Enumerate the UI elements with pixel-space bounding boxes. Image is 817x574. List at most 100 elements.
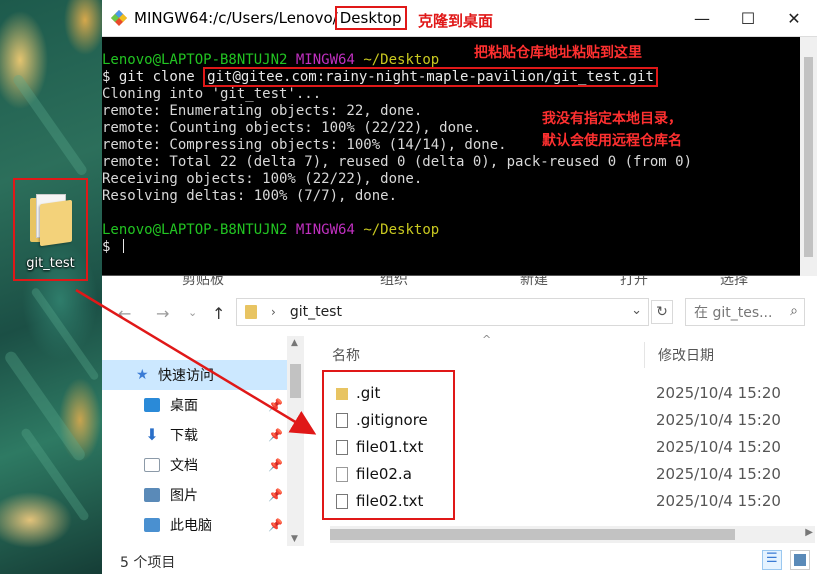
maximize-button[interactable]: ☐ <box>725 0 771 37</box>
search-placeholder: 在 git_tes... <box>694 305 773 321</box>
final-prompt-line[interactable]: $ <box>102 239 817 256</box>
address-bar[interactable]: › git_test ⌄ <box>236 298 649 326</box>
breadcrumb-chevron-icon[interactable]: › <box>271 305 276 319</box>
pin-icon[interactable]: 📌 <box>268 518 283 532</box>
terminal-scrollbar[interactable] <box>800 37 817 276</box>
minimize-button[interactable]: — <box>679 0 725 37</box>
pin-icon[interactable]: 📌 <box>268 458 283 472</box>
large-icons-view-button[interactable] <box>790 550 810 570</box>
search-icon: ⌕ <box>790 303 798 319</box>
star-icon: ★ <box>136 367 149 383</box>
scroll-down-icon[interactable]: ▼ <box>291 534 298 544</box>
close-button[interactable]: ✕ <box>771 0 817 37</box>
nav-item-label: 桌面 <box>170 398 198 414</box>
horizontal-scrollbar[interactable]: ▶ <box>330 526 815 543</box>
terminal-title: MINGW64:/c/Users/Lenovo/Desktop <box>134 6 407 30</box>
command-url: git@gitee.com:rainy-night-maple-pavilion… <box>203 67 658 87</box>
folder-icon <box>245 305 257 319</box>
file-row[interactable]: file02.a 2025/10/4 15:20 <box>310 461 810 488</box>
output-line: remote: Counting objects: 100% (22/22), … <box>102 120 482 136</box>
terminal-output[interactable]: Lenovo@LAPTOP-B8NTUJN2 MINGW64 ~/Desktop… <box>102 52 817 256</box>
file-row[interactable]: file01.txt 2025/10/4 15:20 <box>310 434 810 461</box>
prompt-path: ~/Desktop <box>363 52 440 68</box>
forward-arrow-icon[interactable]: → <box>156 304 169 323</box>
maximize-icon: ☐ <box>740 9 756 28</box>
nav-item-label: 快速访问 <box>158 368 214 384</box>
terminal-titlebar: MINGW64:/c/Users/Lenovo/Desktop 克隆到桌面 — … <box>102 0 817 37</box>
item-count: 5 个项目 <box>120 555 176 571</box>
pin-icon[interactable]: 📌 <box>268 428 283 442</box>
nav-scrollbar[interactable]: ▲ ▼ <box>287 336 304 546</box>
recent-chevron-icon[interactable]: ⌄ <box>188 306 197 319</box>
file-name: .git <box>356 384 381 402</box>
nav-item-label: 文档 <box>170 458 198 474</box>
file-explorer-window: 剪贴板 组织 新建 打开 选择 ← → ⌄ ↑ › git_test ⌄ ↻ 在… <box>102 276 817 574</box>
command-line: $ git clone git@gitee.com:rainy-night-ma… <box>102 67 817 87</box>
details-view-button[interactable]: ☰ <box>762 550 782 570</box>
prompt-shell: MINGW64 <box>295 222 355 238</box>
file-row[interactable]: .git 2025/10/4 15:20 <box>310 380 810 407</box>
ribbon-label: 打开 <box>620 276 648 288</box>
text-file-icon <box>336 494 348 509</box>
nav-item-downloads[interactable]: ⬇ 下载 📌 <box>102 420 287 450</box>
file-row[interactable]: .gitignore 2025/10/4 15:20 <box>310 407 810 434</box>
file-name: file02.a <box>356 465 412 483</box>
status-bar: 5 个项目 ☰ <box>102 546 817 574</box>
document-icon <box>144 458 160 472</box>
ribbon-label: 组织 <box>380 276 408 288</box>
column-divider[interactable] <box>644 342 645 368</box>
scroll-right-icon[interactable]: ▶ <box>805 527 813 538</box>
nav-item-desktop[interactable]: 桌面 📌 <box>102 390 287 420</box>
prompt-line-2: Lenovo@LAPTOP-B8NTUJN2 MINGW64 ~/Desktop <box>102 222 817 239</box>
sort-up-icon: ^ <box>482 333 492 346</box>
terminal-scroll-thumb[interactable] <box>804 57 813 257</box>
title-path-prefix: MINGW64:/c/Users/Lenovo/ <box>134 9 338 27</box>
folder-icon <box>29 194 72 247</box>
desktop-folder-git-test[interactable]: git_test <box>13 178 88 281</box>
refresh-icon: ↻ <box>656 304 668 320</box>
text-file-icon <box>336 440 348 455</box>
file-modified: 2025/10/4 15:20 <box>656 465 781 483</box>
download-icon: ⬇ <box>145 425 159 444</box>
annotation-clone-to-desktop: 克隆到桌面 <box>418 12 494 30</box>
pin-icon[interactable]: 📌 <box>268 488 283 502</box>
search-input[interactable]: 在 git_tes... ⌕ <box>685 298 805 326</box>
desktop-icon <box>144 398 160 412</box>
file-name: file02.txt <box>356 492 424 510</box>
pin-icon[interactable]: 📌 <box>268 398 283 412</box>
ribbon-label: 剪贴板 <box>182 276 224 288</box>
nav-item-pictures[interactable]: 图片 📌 <box>102 480 287 510</box>
horizontal-scroll-thumb[interactable] <box>330 529 735 540</box>
pictures-icon <box>144 488 160 502</box>
address-path[interactable]: git_test <box>290 304 342 320</box>
file-modified: 2025/10/4 15:20 <box>656 384 781 402</box>
scroll-up-icon[interactable]: ▲ <box>291 338 298 348</box>
ribbon-label: 选择 <box>720 276 748 288</box>
nav-item-this-pc[interactable]: 此电脑 📌 <box>102 510 287 540</box>
column-header-modified[interactable]: 修改日期 <box>658 345 714 365</box>
terminal-window: MINGW64:/c/Users/Lenovo/Desktop 克隆到桌面 — … <box>102 0 817 276</box>
file-modified: 2025/10/4 15:20 <box>656 438 781 456</box>
prompt-path: ~/Desktop <box>363 222 440 238</box>
navigation-pane: ★ 快速访问 桌面 📌 ⬇ 下载 📌 文档 📌 图片 📌 此电脑 📌 ▲ ▼ <box>102 336 305 546</box>
up-arrow-icon[interactable]: ↑ <box>212 304 225 323</box>
prompt-user-host: Lenovo@LAPTOP-B8NTUJN2 <box>102 52 288 68</box>
column-header-name[interactable]: 名称 <box>332 345 360 365</box>
output-line: Resolving deltas: 100% (7/7), done. <box>102 188 398 204</box>
nav-item-quick-access[interactable]: ★ 快速访问 <box>102 360 287 390</box>
back-arrow-icon[interactable]: ← <box>118 304 131 323</box>
refresh-button[interactable]: ↻ <box>651 300 673 324</box>
output-line: Cloning into 'git_test'... <box>102 86 322 102</box>
file-modified: 2025/10/4 15:20 <box>656 411 781 429</box>
desktop-wallpaper <box>0 0 102 574</box>
nav-item-label: 图片 <box>170 488 198 504</box>
output-line: remote: Compressing objects: 100% (14/14… <box>102 137 507 153</box>
folder-icon <box>336 388 348 400</box>
output-line: Receiving objects: 100% (22/22), done. <box>102 171 423 187</box>
nav-scroll-thumb[interactable] <box>290 364 301 398</box>
chevron-down-icon[interactable]: ⌄ <box>631 303 642 318</box>
nav-item-documents[interactable]: 文档 📌 <box>102 450 287 480</box>
mingw-logo-icon <box>111 10 127 26</box>
file-row[interactable]: file02.txt 2025/10/4 15:20 <box>310 488 810 515</box>
